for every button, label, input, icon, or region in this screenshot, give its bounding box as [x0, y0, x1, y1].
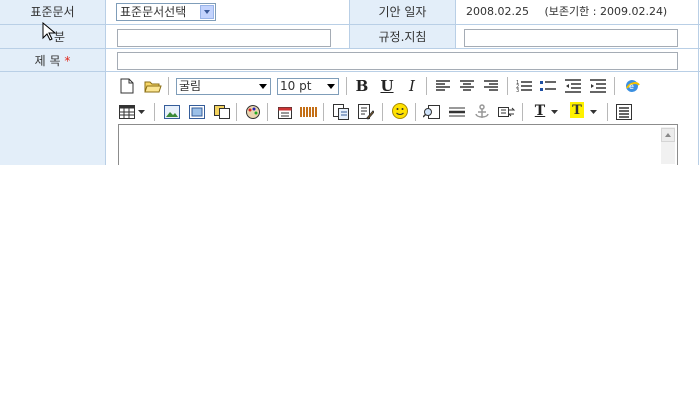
title-cell [106, 49, 700, 72]
title-label-text: 제 목 [34, 54, 61, 68]
new-document-icon[interactable] [118, 77, 136, 95]
text-color-dropdown-icon[interactable] [549, 103, 559, 121]
standard-doc-cell: 표준문서선택 [106, 0, 349, 25]
draft-date-label: 기안 일자 [349, 0, 456, 25]
emoticon-icon[interactable] [391, 102, 409, 120]
palette-icon[interactable] [244, 103, 262, 121]
required-mark: * [64, 54, 71, 68]
italic-icon[interactable]: I [403, 77, 421, 95]
scroll-up-arrow-icon[interactable] [661, 128, 675, 142]
table-icon[interactable] [118, 103, 136, 121]
bullet-list-icon[interactable] [539, 77, 557, 95]
numbered-list-icon[interactable]: 123 [515, 77, 533, 95]
standard-doc-select[interactable]: 표준문서선택 [116, 3, 216, 21]
retention-period: (보존기한 : 2009.02.24) [544, 5, 668, 18]
toolbar-separator [415, 103, 417, 121]
category-cell [106, 25, 349, 49]
toolbar-separator [607, 103, 609, 121]
copy-format-icon[interactable] [332, 103, 350, 121]
content-label [0, 72, 106, 165]
browser-icon[interactable]: e [623, 77, 641, 95]
insert-image-icon[interactable] [163, 103, 181, 121]
toolbar-separator [614, 77, 616, 95]
insert-layer-icon[interactable] [213, 103, 231, 121]
underline-icon[interactable]: U [378, 77, 396, 95]
anchor-icon[interactable] [473, 103, 491, 121]
source-view-icon[interactable] [615, 103, 633, 121]
document-form: 표준문서 표준문서선택 기안 일자 2008.02.25 (보존기한 : 200… [0, 0, 700, 165]
regulation-cell [456, 25, 700, 49]
standard-doc-select-value: 표준문서선택 [120, 5, 187, 19]
special-char-icon[interactable] [300, 103, 318, 121]
right-border [698, 0, 699, 165]
title-label: 제 목 * [0, 49, 106, 72]
chevron-down-icon[interactable] [200, 5, 214, 19]
font-name-select[interactable]: 굴림 [176, 78, 271, 95]
svg-text:e: e [629, 82, 634, 91]
toolbar-separator [267, 103, 269, 121]
category-input[interactable] [117, 29, 331, 47]
draft-date-value: 2008.02.25 [466, 5, 529, 18]
toolbar-separator [382, 103, 384, 121]
toolbar-separator [346, 77, 348, 95]
editor-content-area[interactable] [118, 124, 678, 165]
regulation-label: 규정.지침 [349, 25, 456, 49]
align-right-icon[interactable] [482, 77, 500, 95]
title-input[interactable] [117, 52, 678, 70]
date-time-icon[interactable] [276, 103, 294, 121]
standard-doc-label-text: 표준문서 [30, 5, 75, 19]
outdent-icon[interactable] [564, 77, 582, 95]
editor-toolbar-1: 굴림 10 pt B U I 123 e [116, 75, 680, 97]
horizontal-rule-icon[interactable] [448, 103, 466, 121]
font-name-value: 굴림 [179, 79, 202, 93]
open-folder-icon[interactable] [144, 77, 162, 95]
toolbar-separator [154, 103, 156, 121]
text-color-icon[interactable]: T [531, 102, 549, 120]
bold-icon[interactable]: B [353, 77, 371, 95]
indent-icon[interactable] [589, 77, 607, 95]
toolbar-separator [522, 103, 524, 121]
toolbar-separator [323, 103, 325, 121]
align-center-icon[interactable] [458, 77, 476, 95]
toolbar-separator [507, 77, 509, 95]
font-size-select[interactable]: 10 pt [277, 78, 339, 95]
toolbar-separator [168, 77, 170, 95]
edit-document-icon[interactable] [357, 103, 375, 121]
align-left-icon[interactable] [434, 77, 452, 95]
highlight-color-icon[interactable]: T [570, 102, 584, 118]
toolbar-separator [236, 103, 238, 121]
font-size-value: 10 pt [280, 79, 312, 93]
draft-date-cell: 2008.02.25 (보존기한 : 2009.02.24) [456, 0, 700, 25]
regulation-input[interactable] [464, 29, 678, 47]
table-dropdown-icon[interactable] [136, 103, 146, 121]
regulation-label-text: 규정.지침 [378, 30, 427, 44]
link-icon[interactable] [498, 103, 516, 121]
draft-date-label-text: 기안 일자 [378, 5, 427, 19]
highlight-dropdown-icon[interactable] [588, 103, 598, 121]
editor-toolbar-2: T T [116, 101, 680, 123]
toolbar-separator [426, 77, 428, 95]
svg-text:3: 3 [516, 88, 519, 93]
insert-media-icon[interactable] [188, 103, 206, 121]
find-icon[interactable] [423, 103, 441, 121]
